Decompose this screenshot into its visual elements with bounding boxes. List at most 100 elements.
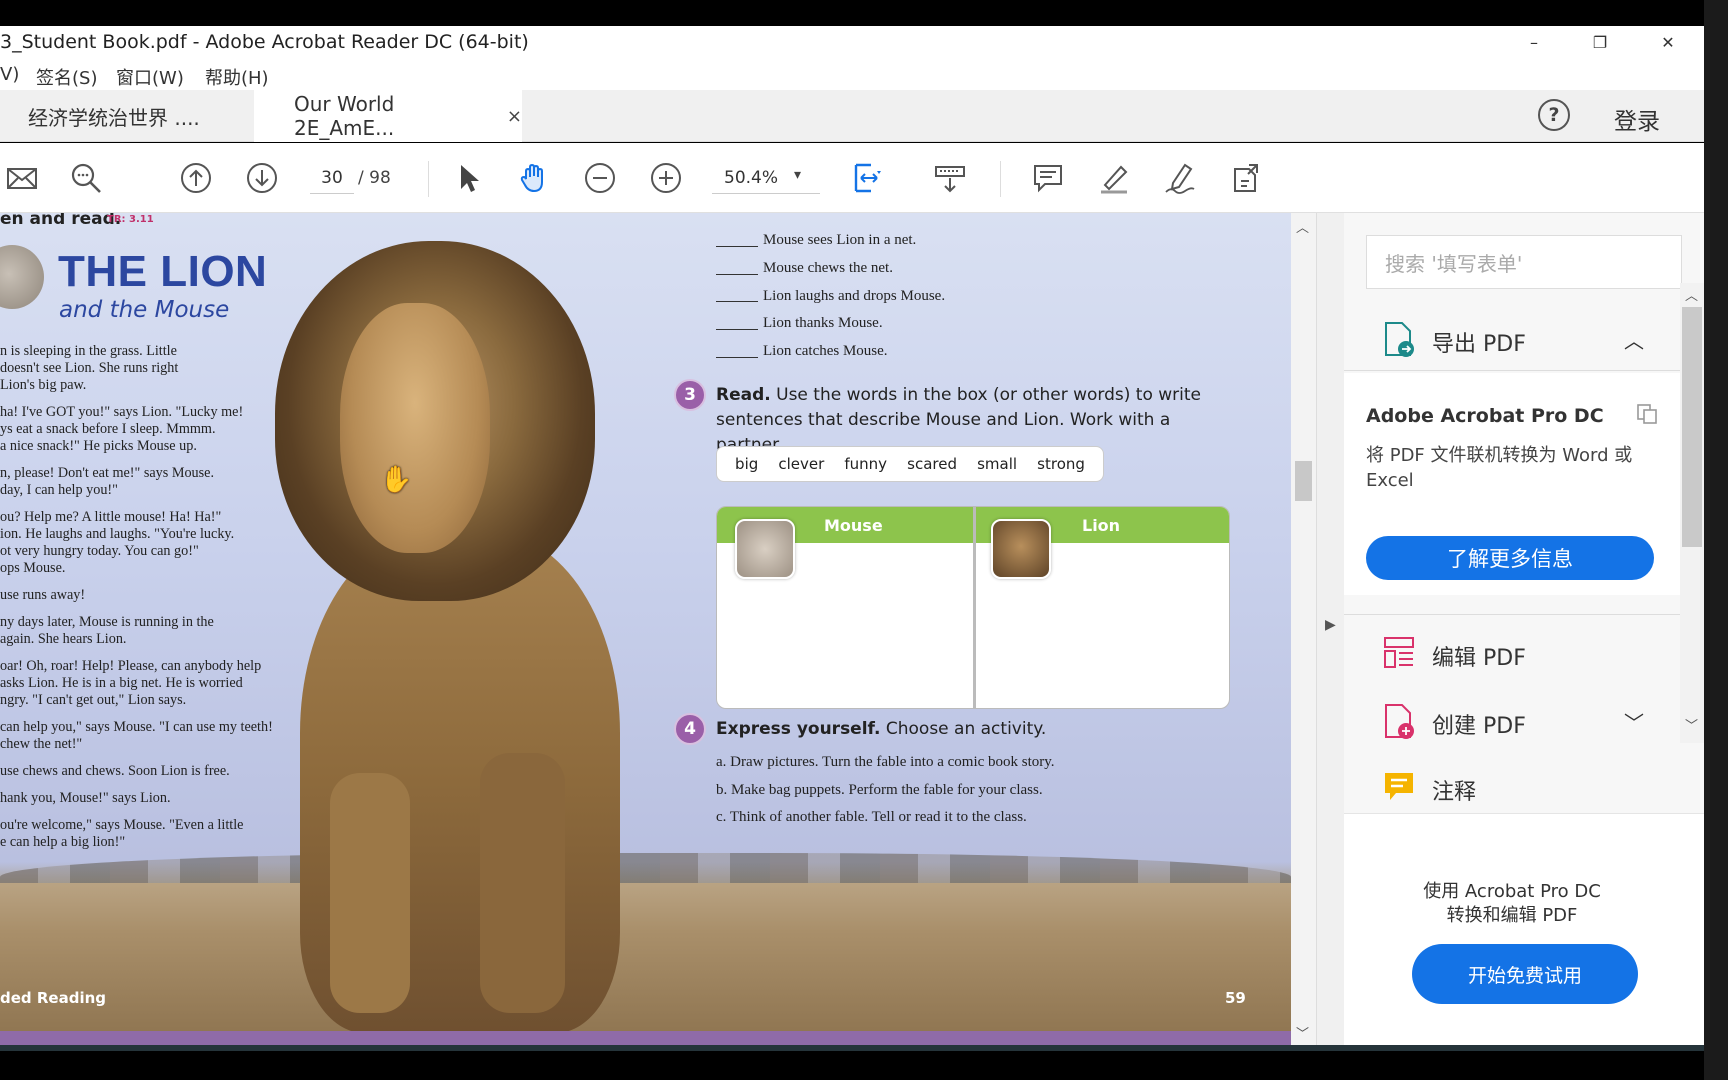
create-pdf-item[interactable]: 创建 PDF ﹀ [1344, 691, 1680, 751]
learn-more-button[interactable]: 了解更多信息 [1366, 536, 1654, 580]
section-4-instructions: Express yourself. Choose an activity. [716, 719, 1047, 739]
previous-page-icon[interactable] [174, 156, 218, 200]
word-box: big clever funny scared small strong [716, 446, 1104, 482]
comment-icon[interactable] [1026, 156, 1070, 200]
story-paragraph: ou? Help me? A little mouse! Ha! Ha!" io… [0, 509, 235, 576]
edit-pdf-item[interactable]: 编辑 PDF [1344, 623, 1680, 683]
hand-tool-icon[interactable] [512, 156, 556, 200]
menu-sign[interactable]: 签名(S) [36, 64, 97, 90]
document-scrollbar[interactable]: ︿ ﹀ [1291, 213, 1316, 1045]
page-total: / 98 [358, 168, 391, 188]
create-pdf-icon [1385, 704, 1414, 739]
lion-illustration-leg [480, 753, 565, 1013]
tab-close-icon[interactable]: × [507, 106, 522, 127]
minimize-button[interactable]: – [1514, 28, 1554, 56]
story-paragraph: n, please! Don't eat me!" says Mouse. da… [0, 465, 215, 498]
email-icon[interactable] [0, 156, 44, 200]
tools-panel: 搜索 '填写表单' 导出 PDF ︿ Adobe Acrobat Pro DC … [1344, 213, 1704, 1045]
lion-illustration-leg [330, 773, 410, 1013]
start-free-trial-button[interactable]: 开始免费试用 [1412, 944, 1638, 1004]
tab-bar: 经济学统治世界 .... Our World 2E_AmE... × ? 登录 [0, 90, 1704, 142]
list-item: b. Make bag puppets. Perform the fable f… [716, 781, 1043, 798]
story-text: n is sleeping in the grass. Little doesn… [0, 343, 320, 861]
menu-view[interactable]: V) [0, 64, 19, 85]
activity-list: a. Draw pictures. Turn the fable into a … [716, 754, 1055, 837]
story-paragraph: can help you," says Mouse. "I can use my… [0, 719, 273, 752]
toolbar: 30 / 98 50.4% ▾ [0, 143, 1704, 213]
page-number-input[interactable]: 30 [310, 162, 354, 194]
tab-economics[interactable]: 经济学统治世界 .... [0, 90, 252, 142]
story-paragraph: n is sleeping in the grass. Little doesn… [0, 343, 179, 393]
zoom-in-icon[interactable] [644, 156, 688, 200]
story-paragraph: use runs away! [0, 587, 86, 603]
scroll-thumb[interactable] [1295, 461, 1312, 501]
track-number: TR: 3.11 [107, 214, 154, 225]
story-subtitle: and the Mouse [59, 297, 230, 323]
menu-bar: V) 签名(S) 窗口(W) 帮助(H) [0, 58, 1704, 90]
menu-help[interactable]: 帮助(H) [205, 64, 269, 90]
window-title: 3_Student Book.pdf - Adobe Acrobat Reade… [0, 31, 529, 53]
mouse-lion-table: Mouse Lion [716, 506, 1230, 709]
word: strong [1037, 455, 1085, 473]
next-page-icon[interactable] [240, 156, 284, 200]
export-pdf-item[interactable]: 导出 PDF ︿ [1344, 309, 1680, 369]
chevron-down-icon[interactable]: ﹀ [1624, 707, 1644, 736]
trial-promo-text: 使用 Acrobat Pro DC 转换和编辑 PDF [1423, 881, 1601, 926]
close-window-button[interactable]: ✕ [1648, 28, 1688, 56]
panel-scrollbar[interactable]: ︿ ﹀ [1680, 283, 1704, 743]
collapse-panel-icon[interactable]: ▶ [1325, 617, 1336, 633]
divider [1344, 370, 1680, 371]
story-paragraph: use chews and chews. Soon Lion is free. [0, 763, 230, 779]
zoom-level-field[interactable]: 50.4% [712, 162, 820, 194]
section-number-4: 4 [674, 713, 706, 745]
word: big [735, 455, 759, 473]
story-paragraph: ou're welcome," says Mouse. "Even a litt… [0, 817, 244, 850]
list-item: Mouse chews the net. [716, 255, 945, 283]
select-cursor-icon[interactable] [446, 156, 490, 200]
scroll-mode-icon[interactable] [928, 156, 972, 200]
comment-tool-icon [1385, 773, 1413, 800]
story-heading: en and read. [0, 213, 122, 229]
fit-page-icon[interactable] [846, 156, 890, 200]
promo-description: 将 PDF 文件联机转换为 Word 或 Excel [1366, 445, 1633, 491]
lion-thumbnail [991, 519, 1051, 579]
story-paragraph: ha! I've GOT you!" says Lion. "Lucky me!… [0, 404, 244, 454]
login-button[interactable]: 登录 [1614, 102, 1660, 136]
lion-illustration-face [340, 303, 490, 553]
chevron-up-icon[interactable]: ︿ [1624, 325, 1644, 354]
mouse-picture [0, 245, 44, 309]
zoom-out-icon[interactable] [578, 156, 622, 200]
word: scared [907, 455, 957, 473]
scroll-down-icon[interactable]: ﹀ [1296, 1023, 1309, 1042]
scroll-down-icon[interactable]: ﹀ [1685, 715, 1698, 734]
hand-cursor-icon: ✋ [380, 465, 413, 495]
scroll-thumb[interactable] [1682, 307, 1702, 547]
menu-window[interactable]: 窗口(W) [116, 64, 184, 90]
scroll-up-icon[interactable]: ︿ [1296, 217, 1309, 236]
copy-icon[interactable] [1636, 403, 1658, 425]
mouse-thumbnail [735, 519, 795, 579]
restore-button[interactable]: ❐ [1580, 28, 1620, 56]
share-edit-icon[interactable] [1224, 156, 1268, 200]
page-number-footer: 59 [1225, 989, 1246, 1007]
sequence-list: Mouse sees Lion in a net. Mouse chews th… [716, 227, 945, 365]
story-paragraph: ny days later, Mouse is running in the a… [0, 614, 214, 647]
section-number-3: 3 [674, 379, 706, 411]
page-bottom-band [0, 1031, 1291, 1045]
document-view[interactable]: en and read. TR: 3.11 THE LION and the M… [0, 213, 1291, 1045]
highlight-icon[interactable] [1092, 156, 1136, 200]
scroll-up-icon[interactable]: ︿ [1685, 285, 1698, 304]
page-footer-section: ded Reading [0, 989, 107, 1007]
edit-pdf-icon [1384, 637, 1414, 668]
comment-item[interactable]: 注释 [1344, 757, 1680, 817]
tab-our-world[interactable]: Our World 2E_AmE... × [254, 90, 522, 142]
find-icon[interactable] [64, 156, 108, 200]
zoom-dropdown-icon[interactable]: ▾ [794, 167, 801, 183]
table-divider [973, 507, 976, 708]
tools-search-input[interactable]: 搜索 '填写表单' [1366, 235, 1682, 289]
panel-collapse-strip[interactable]: ▶ [1316, 213, 1344, 1045]
toolbar-separator [428, 161, 429, 197]
help-icon[interactable]: ? [1538, 99, 1570, 131]
story-paragraph: oar! Oh, roar! Help! Please, can anybody… [0, 658, 262, 708]
sign-icon[interactable] [1158, 156, 1202, 200]
